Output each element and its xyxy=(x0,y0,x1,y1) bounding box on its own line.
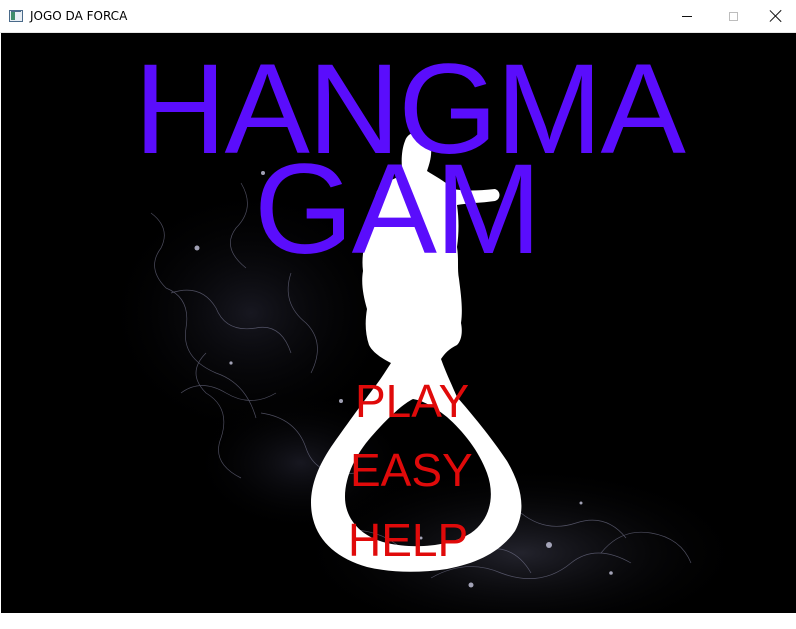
easy-difficulty-button[interactable]: EASY xyxy=(350,447,473,493)
minimize-icon xyxy=(682,15,692,17)
window-title: JOGO DA FORCA xyxy=(30,9,128,23)
help-button[interactable]: HELP xyxy=(348,517,468,563)
game-canvas: HANGMA GAM PLAY EASY HELP xyxy=(1,33,796,613)
play-button[interactable]: PLAY xyxy=(355,378,469,424)
title-bar[interactable]: JOGO DA FORCA xyxy=(0,0,796,33)
app-window-icon xyxy=(9,10,23,22)
game-title-line-2: GAM xyxy=(254,138,542,281)
window-bottom-edge xyxy=(0,613,796,629)
maximize-icon xyxy=(728,11,738,21)
app-window: JOGO DA FORCA HANGMA GAM PLAY EASY HELP xyxy=(0,0,796,629)
close-button[interactable] xyxy=(756,0,796,32)
maximize-button[interactable] xyxy=(710,0,756,32)
close-icon xyxy=(770,10,782,22)
minimize-button[interactable] xyxy=(664,0,710,32)
